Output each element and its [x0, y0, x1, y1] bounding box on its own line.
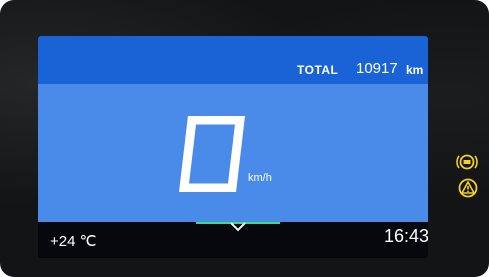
odometer-label: TOTAL: [297, 63, 339, 77]
instrument-cluster-bezel: TOTAL 10917 km 0 km/h +24 ℃ 16:43: [0, 0, 489, 277]
speed-digit: 0: [178, 115, 246, 193]
odometer-unit: km: [406, 63, 424, 77]
ambient-temperature: +24 ℃: [50, 233, 97, 250]
speed-seven-segment-zero: [178, 115, 246, 193]
speed-value: 0: [178, 116, 179, 117]
center-indicator-accent: [196, 222, 280, 232]
speed-unit: km/h: [248, 172, 272, 184]
abs-warning-icon: [456, 154, 478, 170]
tft-display: TOTAL 10917 km 0 km/h +24 ℃ 16:43: [38, 36, 428, 258]
clock: 16:43: [384, 226, 428, 246]
odometer-value: 10917: [356, 60, 398, 77]
general-warning-icon: [458, 178, 478, 198]
